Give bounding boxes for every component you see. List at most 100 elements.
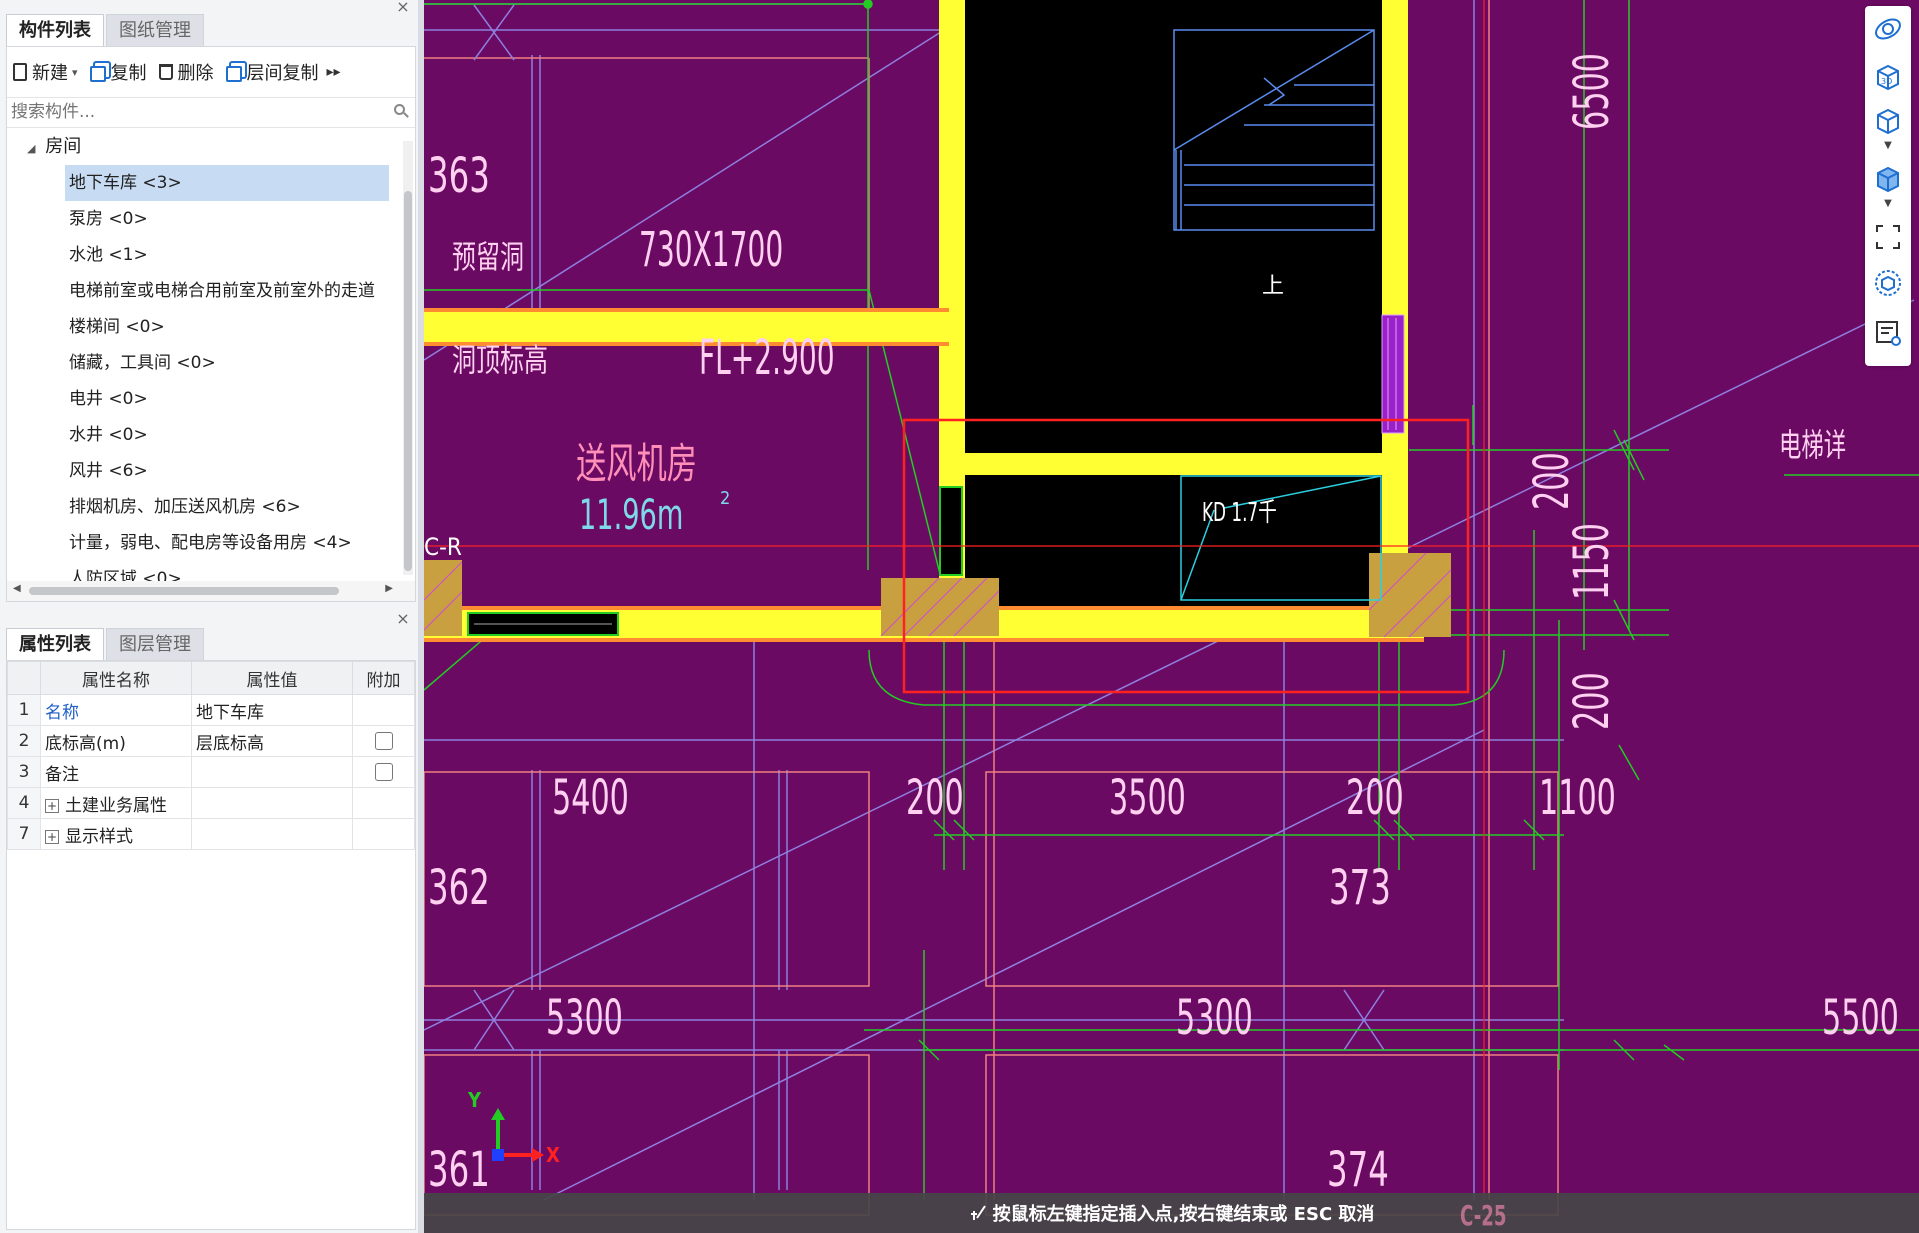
solid-cube-icon[interactable] bbox=[1873, 164, 1903, 194]
property-value-input[interactable]: 地下车库 bbox=[191, 694, 353, 726]
extra-checkbox[interactable] bbox=[374, 763, 393, 781]
hole-size-label: 730X1700 bbox=[639, 222, 784, 278]
tree-item[interactable]: 风井 <6> bbox=[7, 453, 399, 489]
chevron-down-icon[interactable]: ▼ bbox=[1873, 198, 1903, 212]
table-row[interactable]: 7 + 显示样式 bbox=[7, 818, 415, 850]
view-toolbar: 3D ▼ ▼ bbox=[1865, 6, 1911, 366]
row-index: 4 bbox=[7, 787, 41, 819]
property-name: 名称 bbox=[40, 694, 192, 726]
scroll-thumb[interactable] bbox=[404, 191, 412, 571]
layer-visibility-icon[interactable] bbox=[1873, 318, 1903, 348]
close-component-panel-icon[interactable]: × bbox=[394, 0, 412, 15]
view-3d-icon[interactable]: 3D bbox=[1873, 62, 1903, 92]
scroll-thumb[interactable] bbox=[29, 587, 339, 595]
property-table-header: 属性名称 属性值 附加 bbox=[7, 661, 415, 695]
property-extra-cell bbox=[352, 818, 415, 850]
tab-drawing-management[interactable]: 图纸管理 bbox=[106, 14, 204, 47]
copy-button[interactable]: 复制 bbox=[84, 55, 153, 89]
toolbar-overflow-icon[interactable]: ▸▸ bbox=[327, 64, 341, 80]
table-row[interactable]: 2 底标高(m) 层底标高 bbox=[7, 725, 415, 757]
property-name: 底标高(m) bbox=[40, 725, 192, 757]
table-row[interactable]: 3 备注 bbox=[7, 756, 415, 788]
delete-button[interactable]: 删除 bbox=[153, 55, 220, 89]
floor-copy-button-label: 层间复制 bbox=[246, 63, 319, 84]
scroll-left-icon[interactable]: ◀ bbox=[13, 583, 21, 594]
cube-icon[interactable] bbox=[1873, 106, 1903, 136]
command-status-bar: 按鼠标左键指定插入点,按右键结束或 ESC 取消 C-25 bbox=[424, 1193, 1919, 1233]
cad-drawing-canvas[interactable]: 363 预留洞 730X1700 洞顶标高 FL+2.900 送风机房 11.9… bbox=[424, 0, 1919, 1233]
component-tree: ◢ 房间 地下车库 <3> 泵房 <0> 水池 <1> 电梯前室或电梯合用前室及… bbox=[7, 129, 399, 581]
room-area-label: 11.96m bbox=[579, 490, 684, 539]
extra-checkbox[interactable] bbox=[374, 732, 393, 750]
new-button[interactable]: 新建 ▾ bbox=[7, 55, 84, 89]
dimension-label: 3500 bbox=[1109, 770, 1186, 826]
reserved-hole-label: 预留洞 bbox=[452, 238, 525, 276]
tree-item[interactable]: 储藏，工具间 <0> bbox=[7, 345, 399, 381]
core-black-area-lower bbox=[964, 475, 1384, 610]
dimension-label: 200 bbox=[906, 770, 964, 826]
property-name: 土建业务属性 bbox=[65, 795, 167, 816]
opening-element bbox=[1381, 314, 1405, 434]
tree-root-room[interactable]: ◢ 房间 bbox=[7, 129, 399, 165]
room-number-label: 374 bbox=[1327, 1142, 1389, 1198]
orbit-icon[interactable] bbox=[1873, 14, 1903, 44]
column-tag-label: C-R bbox=[424, 533, 462, 561]
dimension-label: 200 bbox=[1564, 672, 1620, 730]
property-group[interactable]: + 显示样式 bbox=[40, 818, 192, 850]
tree-vertical-scrollbar[interactable] bbox=[403, 141, 413, 575]
component-panel: 新建 ▾ 复制 删除 层间复制 ▸▸ ◢ 房间 bbox=[6, 46, 416, 602]
insert-point-icon bbox=[969, 1204, 987, 1222]
svg-text:3D: 3D bbox=[1881, 77, 1892, 86]
tree-horizontal-scrollbar[interactable]: ◀ ▶ bbox=[7, 581, 415, 601]
scroll-right-icon[interactable]: ▶ bbox=[385, 583, 393, 594]
column-tag-label: C-25 bbox=[1460, 1199, 1507, 1232]
tab-property-list[interactable]: 属性列表 bbox=[6, 628, 104, 661]
trash-icon bbox=[158, 64, 173, 80]
table-row[interactable]: 1 名称 地下车库 bbox=[7, 694, 415, 726]
close-property-panel-icon[interactable]: × bbox=[394, 611, 412, 627]
component-search-input[interactable] bbox=[7, 97, 383, 127]
search-icon[interactable] bbox=[394, 104, 405, 115]
fullscreen-icon[interactable] bbox=[1873, 222, 1903, 252]
table-row[interactable]: 4 + 土建业务属性 bbox=[7, 787, 415, 819]
expand-triangle-icon[interactable]: ◢ bbox=[27, 142, 35, 155]
tree-item[interactable]: 楼梯间 <0> bbox=[7, 309, 399, 345]
tree-item[interactable]: 泵房 <0> bbox=[7, 201, 399, 237]
axis-indicator bbox=[491, 1108, 544, 1162]
dimension-label: 200 bbox=[1524, 452, 1580, 510]
dimension-label: 1100 bbox=[1539, 770, 1616, 826]
axis-x-label: X bbox=[546, 1143, 560, 1167]
dimension-label: 200 bbox=[1346, 770, 1404, 826]
chevron-down-icon[interactable]: ▼ bbox=[1873, 140, 1903, 154]
tree-item[interactable]: 水井 <0> bbox=[7, 417, 399, 453]
left-panel: × 构件列表 图纸管理 新建 ▾ 复制 删除 层间复制 ▸▸ 搜索构件... ◢… bbox=[0, 0, 418, 1233]
expand-plus-icon[interactable]: + bbox=[45, 798, 59, 813]
dimension-label: 1150 bbox=[1564, 523, 1620, 600]
property-value bbox=[191, 787, 353, 819]
copy-button-label: 复制 bbox=[110, 63, 147, 84]
floor-copy-button[interactable]: 层间复制 bbox=[220, 55, 325, 89]
tree-item[interactable]: 人防区域 <0> bbox=[7, 561, 399, 581]
tree-item[interactable]: 电梯前室或电梯合用前室及前室外的走道 bbox=[7, 273, 399, 309]
chevron-down-icon[interactable]: ▾ bbox=[72, 66, 78, 79]
property-value bbox=[191, 818, 353, 850]
delete-button-label: 删除 bbox=[177, 63, 214, 84]
tree-item[interactable]: 电井 <0> bbox=[7, 381, 399, 417]
door-element bbox=[939, 486, 963, 576]
property-group[interactable]: + 土建业务属性 bbox=[40, 787, 192, 819]
tree-item[interactable]: 排烟机房、加压送风机房 <6> bbox=[7, 489, 399, 525]
tab-component-list[interactable]: 构件列表 bbox=[6, 14, 104, 47]
tree-item[interactable]: 计量，弱电、配电房等设备用房 <4> bbox=[7, 525, 399, 561]
property-value-input[interactable] bbox=[191, 756, 353, 788]
tree-item[interactable]: 地下车库 <3> bbox=[7, 165, 399, 201]
tab-layer-management[interactable]: 图层管理 bbox=[106, 628, 204, 661]
view-fit-icon[interactable] bbox=[1873, 268, 1903, 298]
elevator-note-label: 电梯详 bbox=[1779, 426, 1847, 464]
column-header: 附加 bbox=[352, 661, 415, 695]
property-name: 显示样式 bbox=[65, 826, 133, 847]
property-value-input[interactable]: 层底标高 bbox=[191, 725, 353, 757]
new-button-label: 新建 bbox=[32, 63, 68, 84]
expand-plus-icon[interactable]: + bbox=[45, 829, 59, 844]
wall-edge bbox=[424, 638, 1424, 642]
tree-item[interactable]: 水池 <1> bbox=[7, 237, 399, 273]
